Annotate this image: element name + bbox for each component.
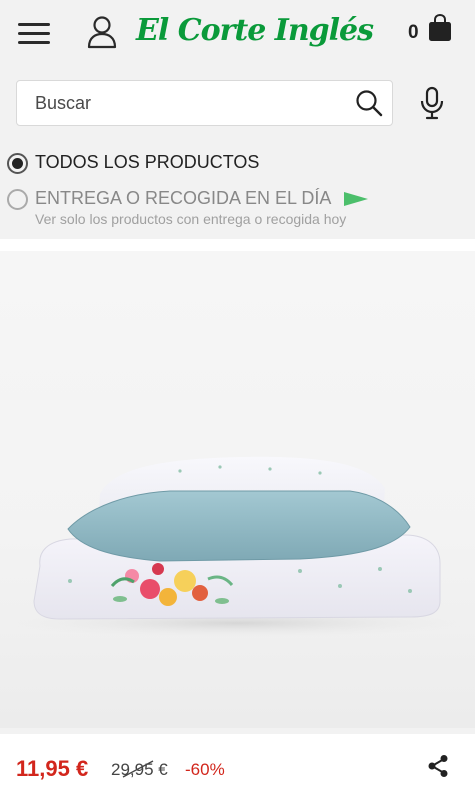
hamburger-menu-icon[interactable] [18,20,52,48]
cart-count: 0 [408,22,419,43]
price-bar: 11,95 € 29,95 € -60% [0,734,475,797]
microphone-icon[interactable] [419,86,445,120]
filter-same-day-sublabel: Ver solo los productos con entrega o rec… [35,211,347,227]
current-price: 11,95 € [16,756,89,781]
discount-badge: -60% [185,760,225,779]
filter-same-day-label: ENTREGA O RECOGIDA EN EL DÍA [35,188,332,208]
search-input[interactable] [35,81,335,125]
filter-all-products[interactable]: TODOS LOS PRODUCTOS [7,152,267,176]
search-icon[interactable] [355,89,383,117]
brand-logo[interactable]: El Corte Inglés [136,6,374,56]
header: El Corte Inglés 0 [0,0,475,66]
bedding-set-image[interactable] [0,251,475,728]
strikethrough-line [122,760,154,778]
section-divider [0,239,475,251]
radio-all-products-checked[interactable] [7,153,28,174]
search-box [16,80,393,126]
shopping-bag-icon[interactable] [427,14,453,42]
filter-same-day[interactable]: ENTREGA O RECOGIDA EN EL DÍA [7,188,377,212]
logo-text: El Corte Inglés [136,13,374,48]
share-icon[interactable] [427,754,449,778]
filter-all-products-label: TODOS LOS PRODUCTOS [35,152,260,172]
user-account-icon[interactable] [86,15,118,49]
green-flag-icon [344,192,368,206]
radio-same-day-unchecked[interactable] [7,189,28,210]
bedding-illustration [7,456,467,637]
